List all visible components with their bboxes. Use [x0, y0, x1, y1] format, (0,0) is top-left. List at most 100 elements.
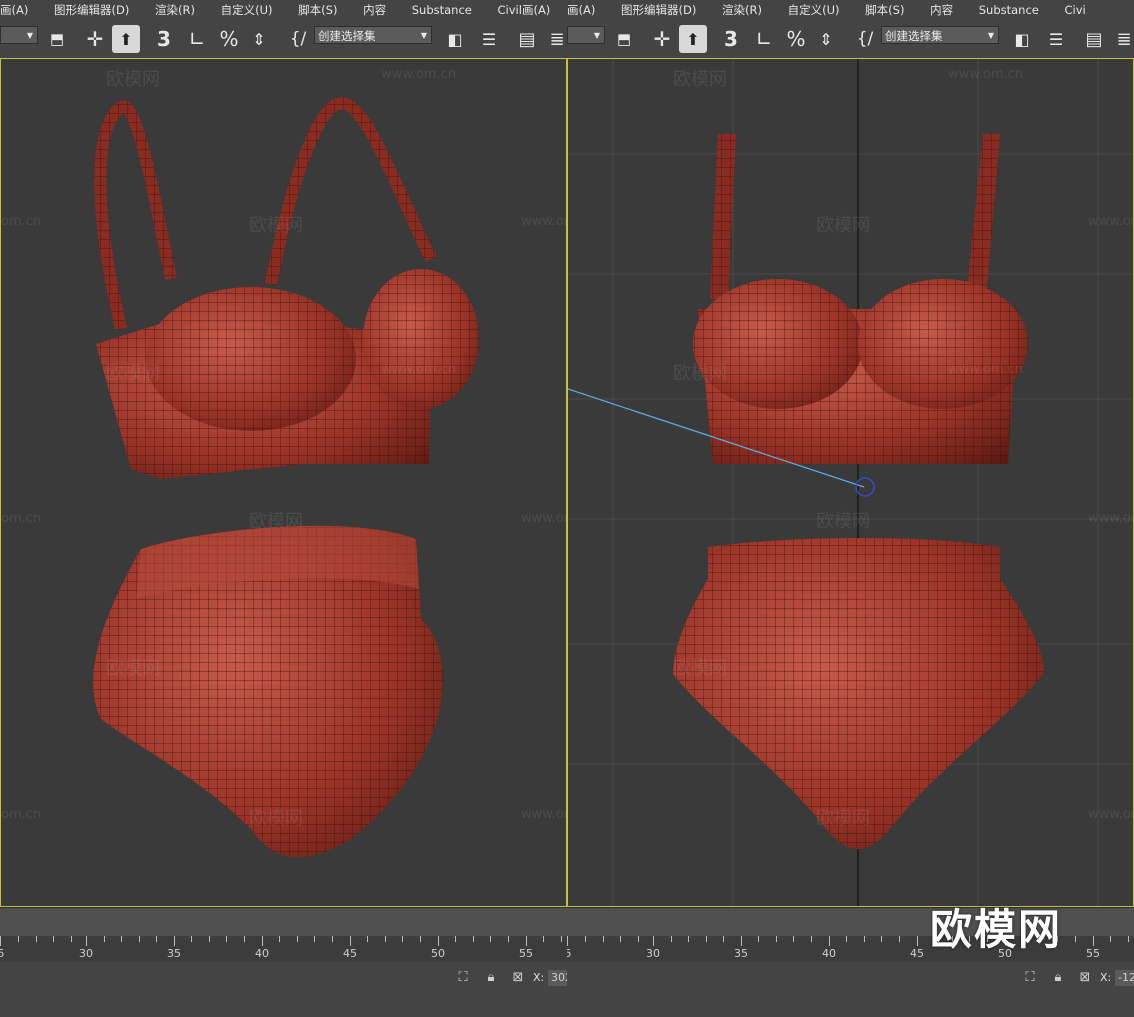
- perspective-viewport[interactable]: 欧模网 www.om.cn om.cn 欧模网 www.om.cn 欧模网 ww…: [0, 58, 567, 907]
- mirror-icon[interactable]: ◧: [442, 25, 468, 53]
- layer-explorer-icon[interactable]: ≣: [545, 25, 567, 53]
- ruler-tick: [1128, 936, 1129, 942]
- ruler-tick: [653, 936, 654, 946]
- angle-snap-icon[interactable]: ∟: [751, 25, 777, 53]
- brand-logo: 欧模网: [930, 905, 1063, 954]
- menu-substance[interactable]: Substance: [398, 0, 480, 20]
- ruler-tick: [156, 936, 157, 942]
- ruler-tick: [561, 936, 562, 942]
- filter-dropdown[interactable]: ▼: [567, 26, 605, 44]
- selection-lock-icon[interactable]: ⛶: [1022, 970, 1038, 986]
- ruler-tick: [455, 936, 456, 942]
- menu-customize[interactable]: 自定义(U): [774, 0, 848, 20]
- ruler-tick: [209, 936, 210, 942]
- menu-bar: 画(A) 图形编辑器(D) 渲染(R) 自定义(U) 脚本(S) 内容 Subs…: [0, 0, 567, 20]
- ruler-tick-label: 35: [734, 947, 748, 960]
- edit-named-sets-icon[interactable]: {∕: [852, 25, 878, 53]
- watermark-url: www.om.cn: [948, 362, 1023, 377]
- scene-explorer-icon[interactable]: ▤: [1081, 25, 1107, 53]
- ruler-tick-label: 55: [1086, 947, 1100, 960]
- move-icon[interactable]: ✛: [82, 25, 108, 53]
- ruler-tick: [603, 936, 604, 942]
- menu-civil[interactable]: Civil画(A): [484, 0, 559, 20]
- ruler-tick: [829, 936, 830, 946]
- left-window: 画(A) 图形编辑器(D) 渲染(R) 自定义(U) 脚本(S) 内容 Subs…: [0, 0, 567, 1017]
- bikini-model-perspective: [93, 97, 479, 858]
- menu-civil[interactable]: Civi: [1051, 0, 1094, 20]
- ruler-tick: [811, 936, 812, 942]
- watermark-url: www.om.cn: [521, 807, 566, 822]
- scene-explorer-icon[interactable]: ▤: [514, 25, 540, 53]
- menu-scripting[interactable]: 脚本(S): [284, 0, 345, 20]
- named-selection-set-dropdown[interactable]: 创建选择集 ▼: [881, 26, 999, 44]
- edit-named-sets-icon[interactable]: {∕: [285, 25, 311, 53]
- watermark-url: www.om.cn: [381, 362, 456, 377]
- move-icon[interactable]: ✛: [649, 25, 675, 53]
- ruler-tick: [191, 936, 192, 942]
- menu-animation[interactable]: 画(A): [567, 0, 603, 20]
- ruler-tick: [385, 936, 386, 942]
- pivot-gizmo-icon: [855, 477, 875, 497]
- percent-snap-icon[interactable]: %: [783, 25, 809, 53]
- lock-icon[interactable]: 🔒︎: [1050, 970, 1066, 986]
- layer-explorer-icon[interactable]: ≣: [1112, 25, 1134, 53]
- select-by-name-icon[interactable]: ⬒: [44, 25, 70, 53]
- watermark-url: www.om.cn: [521, 511, 566, 526]
- x-coordinate-field[interactable]: 302: [548, 970, 567, 986]
- menu-bar: 画(A) 图形编辑器(D) 渲染(R) 自定义(U) 脚本(S) 内容 Subs…: [567, 0, 1134, 20]
- main-toolbar: ▼ ⬒ ✛ ⬆ 3 ∟ % ⇕ {∕ 创建选择集 ▼ ◧ ☰ ▤ ≣: [567, 20, 1134, 59]
- menu-customize[interactable]: 自定义(U): [207, 0, 281, 20]
- timeline[interactable]: 5 30 35 40 45 50 55: [0, 907, 567, 963]
- absolute-mode-icon[interactable]: ⊠: [1077, 970, 1093, 986]
- ruler-tick: [367, 936, 368, 942]
- snap-3d-icon[interactable]: 3: [150, 25, 178, 53]
- ruler-tick-label: 55: [519, 947, 533, 960]
- menu-rendering[interactable]: 渲染(R): [141, 0, 203, 20]
- ruler-tick: [899, 936, 900, 942]
- ruler-tick: [53, 936, 54, 942]
- spinner-snap-icon[interactable]: ⇕: [814, 25, 838, 53]
- menu-rendering[interactable]: 渲染(R): [708, 0, 770, 20]
- menu-animation[interactable]: 画(A): [0, 0, 36, 20]
- watermark-brand: 欧模网: [816, 808, 870, 829]
- select-place-icon[interactable]: ⬆: [679, 25, 707, 53]
- filter-dropdown[interactable]: ▼: [0, 26, 38, 44]
- ruler-tick: [567, 936, 568, 946]
- ruler-tick: [723, 936, 724, 942]
- time-ruler[interactable]: 5 30 35 40 45 50 55: [0, 936, 567, 962]
- watermark-brand: 欧模网: [673, 363, 727, 384]
- ruler-tick: [473, 936, 474, 942]
- menu-content[interactable]: 内容: [916, 0, 961, 20]
- menu-graph-editors[interactable]: 图形编辑器(D): [607, 0, 704, 20]
- menu-graph-editors[interactable]: 图形编辑器(D): [40, 0, 137, 20]
- named-selection-set-dropdown[interactable]: 创建选择集 ▼: [314, 26, 432, 44]
- x-coordinate-field[interactable]: -12: [1115, 970, 1134, 986]
- align-icon[interactable]: ☰: [1043, 25, 1069, 53]
- angle-snap-icon[interactable]: ∟: [184, 25, 210, 53]
- menu-content[interactable]: 内容: [349, 0, 394, 20]
- ruler-tick: [139, 936, 140, 942]
- ruler-tick: [917, 936, 918, 946]
- ruler-tick-label: 45: [910, 947, 924, 960]
- watermark-url: www.om.cn: [521, 214, 566, 229]
- menu-scripting[interactable]: 脚本(S): [851, 0, 912, 20]
- ruler-tick: [706, 936, 707, 942]
- absolute-mode-icon[interactable]: ⊠: [510, 970, 526, 986]
- lock-icon[interactable]: 🔒︎: [483, 970, 499, 986]
- ruler-tick: [18, 936, 19, 942]
- front-viewport[interactable]: 欧模网 www.om.cn 欧模网 www.om.cn 欧模网 www.om.c…: [567, 58, 1134, 907]
- align-icon[interactable]: ☰: [476, 25, 502, 53]
- bikini-model-front: [568, 59, 1133, 906]
- select-place-icon[interactable]: ⬆: [112, 25, 140, 53]
- ruler-tick: [776, 936, 777, 942]
- ruler-tick: [36, 936, 37, 942]
- watermark-brand: 欧模网: [673, 69, 727, 90]
- select-by-name-icon[interactable]: ⬒: [611, 25, 637, 53]
- mirror-icon[interactable]: ◧: [1009, 25, 1035, 53]
- percent-snap-icon[interactable]: %: [216, 25, 242, 53]
- spinner-snap-icon[interactable]: ⇕: [247, 25, 271, 53]
- snap-3d-icon[interactable]: 3: [717, 25, 745, 53]
- selection-lock-icon[interactable]: ⛶: [455, 970, 471, 986]
- watermark-url: om.cn: [1, 214, 42, 229]
- menu-substance[interactable]: Substance: [965, 0, 1047, 20]
